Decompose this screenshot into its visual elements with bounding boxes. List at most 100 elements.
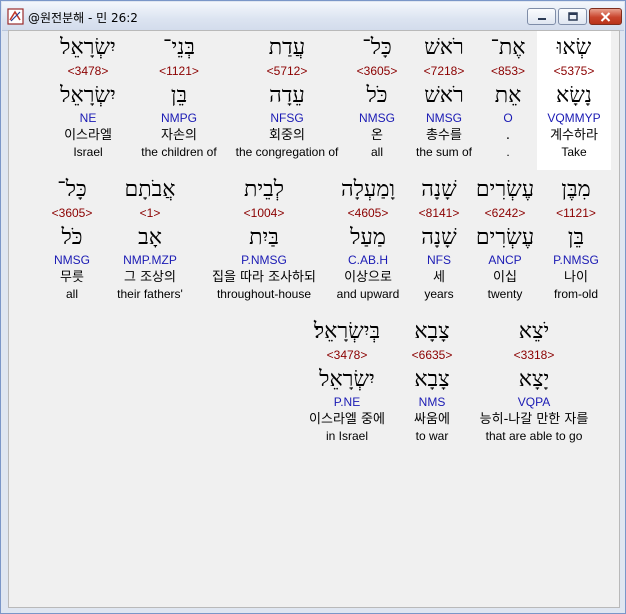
strong-number[interactable]: <6635> [403,347,461,364]
parsing-code: VQMMYP [547,111,601,125]
strong-number[interactable]: <1004> [201,205,327,222]
parsing-code: ANCP [488,253,522,267]
hebrew-root: רֹאשׁ [424,83,464,108]
korean-gloss: 나이 [564,270,588,285]
english-gloss: the sum of [415,145,473,159]
word-column[interactable]: יִשְׂרָאֵל <3478> יִשְׂרָאֵל NE 이스라엘 Isr… [53,33,123,162]
korean-gloss: 세 [433,270,445,285]
parsing-code: NE [79,111,97,125]
hebrew-root: עֶשְׂרִים [475,225,535,250]
hebrew-root: אָב [138,225,162,250]
hebrew-word: יִשְׂרָאֵל [60,35,116,60]
hebrew-root: צָבָא [414,367,450,392]
strong-number[interactable]: <4605> [331,205,405,222]
korean-gloss: 총수를 [426,128,462,143]
english-gloss: from-old [553,287,598,301]
word-column[interactable]: אֶת־ <853> אֵת O . . [483,33,533,162]
word-column[interactable]: רֹאשׁ <7218> רֹאשׁ NMSG 총수를 the sum of [407,33,481,162]
hebrew-word: כָּל־ [362,35,392,60]
hebrew-root: יָצָא [518,367,550,392]
word-column[interactable]: שָׁנָה <8141> שָׁנָה NFS 세 years [411,175,467,304]
strong-number[interactable]: <3478> [295,347,399,364]
parsing-code: P.NMSG [553,253,599,267]
word-column[interactable]: צָבָא <6635> צָבָא NMS 싸움에 to war [403,317,461,446]
strong-number[interactable]: <5712> [229,63,345,80]
hebrew-word: כָּל־ [57,177,87,202]
english-gloss: the children of [141,145,217,159]
parsing-code: C.AB.H [347,253,388,267]
word-column[interactable]: שְׂאוּ <5375> נָשָׂא VQMMYP 계수하라 Take [537,31,611,170]
english-gloss: their fathers' [117,287,183,301]
korean-gloss: 이스라엘 중에 [309,412,385,427]
english-gloss: and upward [336,287,400,301]
strong-number[interactable]: <1121> [543,205,609,222]
word-column[interactable]: כָּל־ <3605> כֹּל NMSG 무릇 all [43,175,101,304]
strong-number[interactable]: <5375> [537,63,611,80]
strong-number[interactable]: <853> [483,63,533,80]
korean-gloss: 자손의 [161,128,197,143]
word-column[interactable]: וָמַעְלָה <4605> מַעַל C.AB.H 이상으로 and u… [331,175,405,304]
hebrew-word: בְּיִשְׂרָאֵל׃ [313,319,381,344]
strong-number[interactable]: <8141> [411,205,467,222]
korean-gloss: 능히-나갈 만한 자를 [479,412,589,427]
analysis-panel: שְׂאוּ <5375> נָשָׂא VQMMYP 계수하라 Take אֶ… [8,30,620,608]
strong-number[interactable]: <3605> [349,63,405,80]
parsing-code: NMSG [359,111,395,125]
english-gloss: in Israel [325,429,369,443]
maximize-button[interactable] [558,8,587,25]
korean-gloss: 이십 [493,270,517,285]
hebrew-root: כֹּל [366,83,388,108]
strong-number[interactable]: <3318> [479,347,589,364]
english-gloss: all [370,145,383,159]
hebrew-root: אֵת [494,83,522,108]
strong-number[interactable]: <3605> [43,205,101,222]
korean-gloss: 그 조상의 [124,270,176,285]
word-column[interactable]: עֲדַת <5712> עֵדָה NFSG 회중의 the congrega… [229,33,345,162]
minimize-button[interactable] [527,8,556,25]
parsing-code: VQPA [517,395,551,409]
strong-number[interactable]: <3478> [53,63,123,80]
close-button[interactable] [589,8,622,25]
parsing-code: O [503,111,513,125]
hebrew-root: כֹּל [61,225,83,250]
hebrew-word: עֲדַת [268,35,306,60]
word-column[interactable]: כָּל־ <3605> כֹּל NMSG 온 all [349,33,405,162]
word-column[interactable]: עֶשְׂרִים <6242> עֶשְׂרִים ANCP 이십 twent… [471,175,539,304]
hebrew-word: שָׁנָה [421,177,457,202]
word-column[interactable]: יֹצֵא <3318> יָצָא VQPA 능히-나갈 만한 자를 that… [479,317,589,446]
korean-gloss: 싸움에 [414,412,450,427]
word-column[interactable]: לְבֵית <1004> בַּיִת P.NMSG 집을 따라 조사하되 t… [201,175,327,304]
title-bar[interactable]: @원전분해 - 민 26:2 [2,2,624,31]
english-gloss: Take [561,145,587,159]
app-icon [7,8,24,25]
strong-number[interactable]: <1121> [135,63,223,80]
hebrew-word: שְׂאוּ [556,35,592,60]
strong-number[interactable]: <7218> [407,63,481,80]
parsing-code: NMSG [426,111,462,125]
parsing-code: P.NE [333,395,361,409]
korean-gloss: 온 [371,128,383,143]
strong-number[interactable]: <6242> [471,205,539,222]
parsing-code: NMSG [54,253,90,267]
app-window: @원전분해 - 민 26:2 שְׂאוּ <5375> נָשָׂא VQMM… [0,0,626,614]
close-icon [600,11,611,22]
english-gloss: twenty [487,287,523,301]
hebrew-root: בַּיִת [249,225,279,250]
hebrew-word: עֶשְׂרִים [475,177,535,202]
english-gloss: the congregation of [235,145,339,159]
maximize-icon [567,12,578,21]
hebrew-word: וָמַעְלָה [340,177,396,202]
word-column[interactable]: בְּנֵי־ <1121> בֵּן NMPG 자손의 the childre… [135,33,223,162]
hebrew-word: רֹאשׁ [424,35,464,60]
parsing-code: NMS [418,395,446,409]
word-column[interactable]: אֲבֹתָם <1> אָב NMP.MZP 그 조상의 their fath… [105,175,195,304]
word-column[interactable]: בְּיִשְׂרָאֵל׃ <3478> יִשְׂרָאֵל P.NE 이스… [295,317,399,446]
word-column[interactable]: מִבֶּן <1121> בֵּן P.NMSG 나이 from-old [543,175,609,304]
hebrew-word: לְבֵית [243,177,285,202]
korean-gloss: 무릇 [60,270,84,285]
english-gloss: all [65,287,78,301]
korean-gloss: 이상으로 [344,270,392,285]
hebrew-root: יִשְׂרָאֵל [319,367,375,392]
korean-gloss: 계수하라 [550,128,598,143]
strong-number[interactable]: <1> [105,205,195,222]
